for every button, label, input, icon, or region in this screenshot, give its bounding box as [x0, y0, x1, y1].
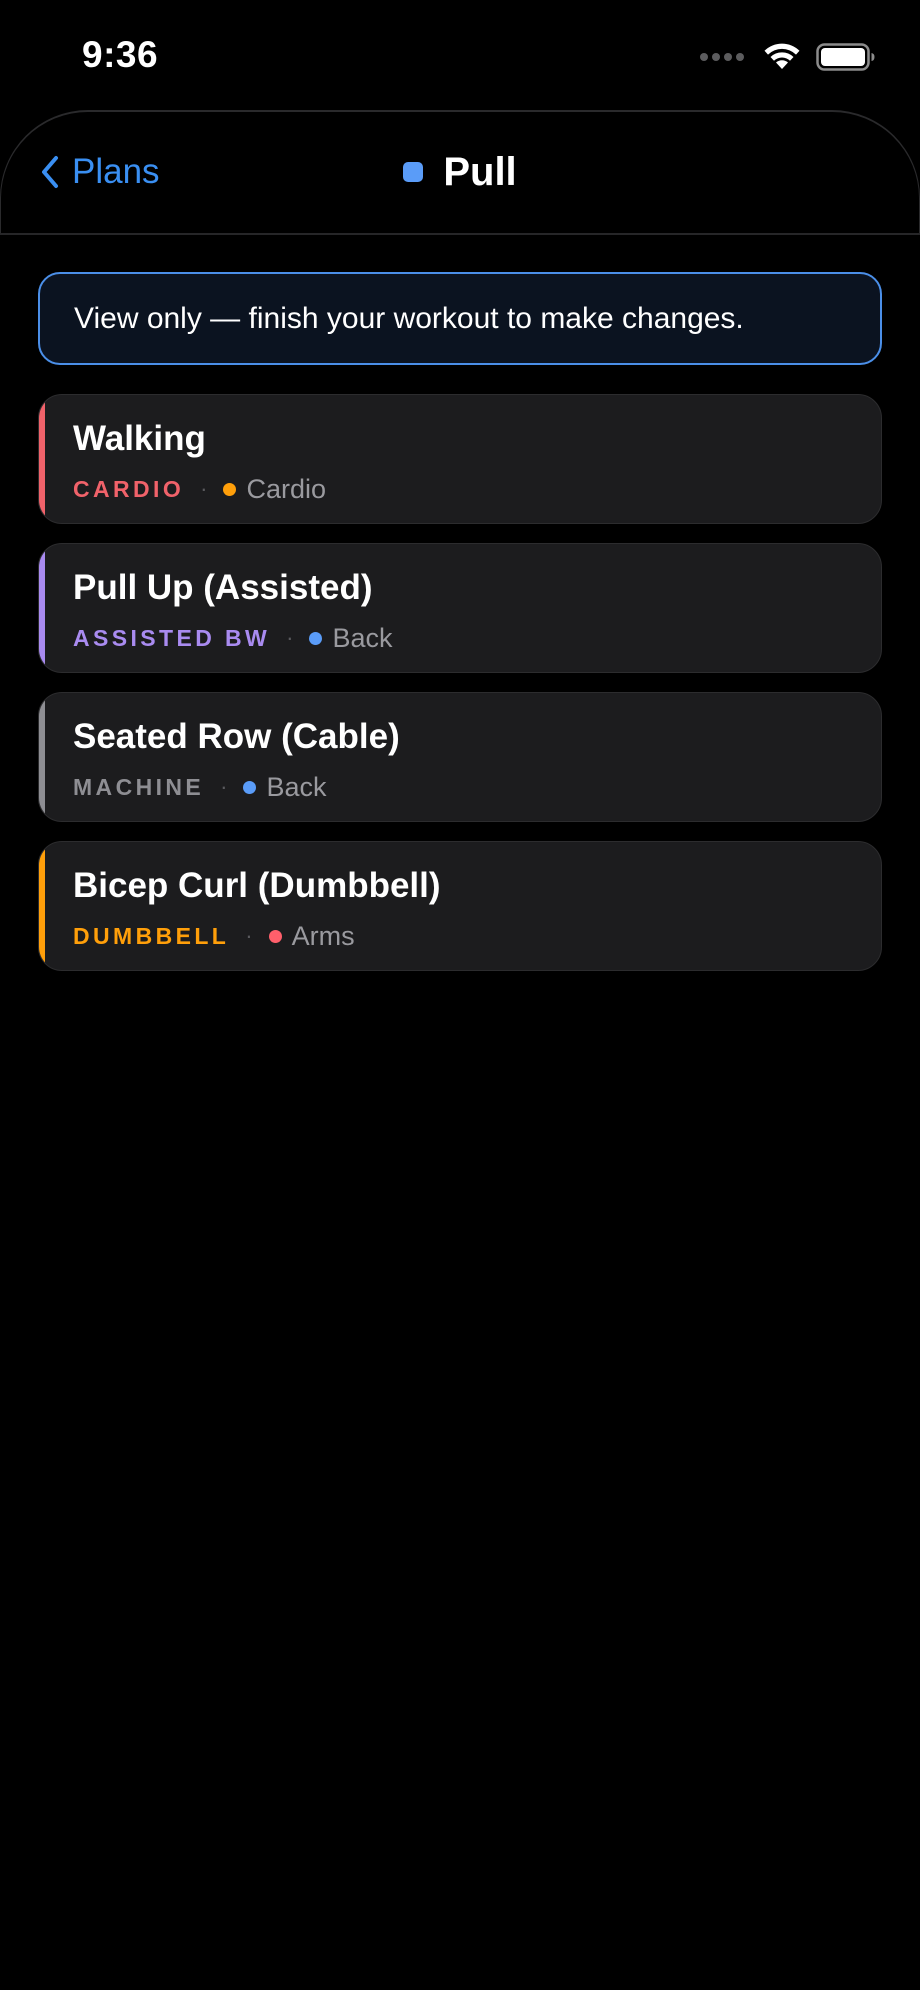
view-only-banner-text: View only — finish your workout to make …	[74, 301, 744, 335]
exercise-meta: DUMBBELL · Arms	[73, 919, 355, 953]
meta-separator: ·	[220, 774, 228, 799]
equipment-tag: DUMBBELL	[73, 922, 230, 949]
equipment-tag: CARDIO	[73, 475, 185, 502]
meta-separator: ·	[286, 625, 294, 650]
exercise-name: Walking	[73, 419, 206, 458]
exercise-name: Seated Row (Cable)	[73, 717, 400, 756]
status-time: 9:36	[82, 34, 159, 75]
back-button-label: Plans	[72, 152, 160, 191]
exercise-card-bicep-curl-dumbbell[interactable]: Bicep Curl (Dumbbell) DUMBBELL · Arms	[38, 841, 882, 971]
exercise-card-walking[interactable]: Walking CARDIO · Cardio	[38, 394, 882, 524]
exercise-list: Walking CARDIO · Cardio Pull Up (Assiste…	[38, 394, 882, 990]
exercise-meta: ASSISTED BW · Back	[73, 621, 393, 655]
muscle-group-dot-icon	[243, 780, 257, 794]
exercise-name: Pull Up (Assisted)	[73, 568, 373, 607]
status-bar: 9:36	[0, 0, 920, 110]
exercise-name: Bicep Curl (Dumbbell)	[73, 866, 441, 905]
card-accent-bar	[39, 693, 45, 821]
equipment-tag: ASSISTED BW	[73, 624, 271, 651]
back-button[interactable]: Plans	[40, 147, 160, 197]
card-accent-bar	[39, 842, 45, 970]
equipment-tag: MACHINE	[73, 773, 205, 800]
wifi-icon	[764, 43, 800, 69]
exercise-card-pull-up-assisted[interactable]: Pull Up (Assisted) ASSISTED BW · Back	[38, 543, 882, 673]
muscle-group-label: Back	[266, 771, 327, 802]
exercise-meta: CARDIO · Cardio	[73, 472, 326, 506]
exercise-card-seated-row-cable[interactable]: Seated Row (Cable) MACHINE · Back	[38, 692, 882, 822]
meta-separator: ·	[245, 923, 253, 948]
muscle-group-dot-icon	[309, 631, 323, 645]
muscle-group-label: Back	[332, 622, 393, 653]
nav-divider	[0, 233, 920, 235]
cellular-signal-icon	[700, 53, 744, 61]
view-only-banner: View only — finish your workout to make …	[38, 272, 882, 365]
exercise-meta: MACHINE · Back	[73, 770, 327, 804]
muscle-group-dot-icon	[223, 482, 237, 496]
chevron-left-icon	[42, 156, 58, 188]
muscle-group-label: Cardio	[246, 473, 326, 504]
status-icons	[700, 42, 876, 72]
battery-icon	[816, 43, 875, 71]
card-accent-bar	[39, 544, 45, 672]
muscle-group-dot-icon	[268, 929, 282, 943]
card-accent-bar	[39, 395, 45, 523]
meta-separator: ·	[200, 476, 208, 501]
muscle-group-label: Arms	[291, 920, 355, 951]
